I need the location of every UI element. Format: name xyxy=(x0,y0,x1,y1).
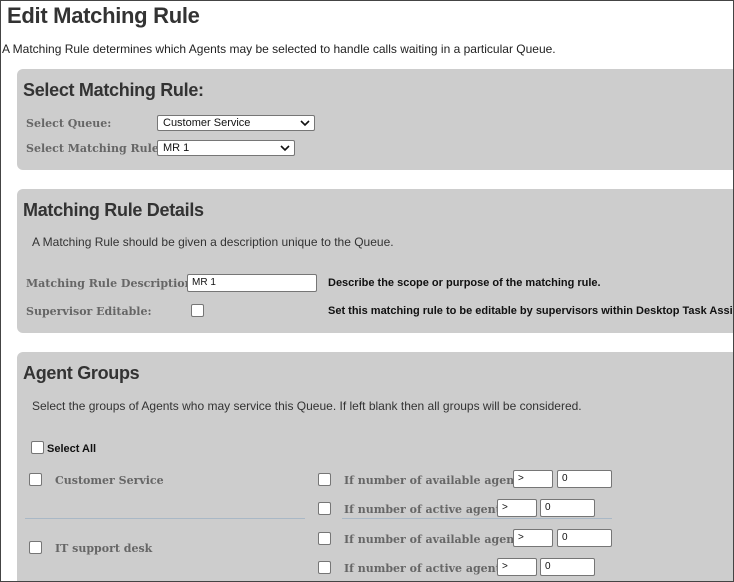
group-label-it-support-desk: IT support desk xyxy=(55,542,153,555)
matching-rule-description-label: Matching Rule Description: xyxy=(26,277,197,290)
active-agents-checkbox-customer-service[interactable] xyxy=(318,502,331,515)
available-agents-checkbox-customer-service[interactable] xyxy=(318,473,331,486)
matching-rule-select[interactable]: MR 1 xyxy=(157,140,295,156)
supervisor-editable-hint: Set this matching rule to be editable by… xyxy=(328,305,734,317)
group-divider xyxy=(342,518,612,519)
available-agents-label: If number of available agents xyxy=(344,474,526,487)
active-agents-count-input[interactable]: 0 xyxy=(540,499,595,517)
available-agents-label: If number of available agents xyxy=(344,533,526,546)
matching-rule-details-panel: Matching Rule Details A Matching Rule sh… xyxy=(17,189,734,333)
active-agents-operator-input[interactable]: > xyxy=(497,558,537,576)
queue-select-value: Customer Service xyxy=(163,117,251,129)
group-label-customer-service: Customer Service xyxy=(55,474,164,487)
matching-rule-details-description: A Matching Rule should be given a descri… xyxy=(32,235,394,249)
available-agents-operator-input[interactable]: > xyxy=(513,529,553,547)
available-agents-checkbox-it-support-desk[interactable] xyxy=(318,532,331,545)
window-frame: Edit Matching Rule A Matching Rule deter… xyxy=(0,0,734,582)
chevron-down-icon xyxy=(300,120,310,127)
available-agents-count-input[interactable]: 0 xyxy=(557,470,612,488)
agent-groups-description: Select the groups of Agents who may serv… xyxy=(32,399,582,413)
page-intro: A Matching Rule determines which Agents … xyxy=(2,42,556,56)
matching-rule-select-value: MR 1 xyxy=(163,142,190,154)
select-queue-label: Select Queue: xyxy=(26,117,112,130)
supervisor-editable-checkbox[interactable] xyxy=(191,304,204,317)
active-agents-count-input[interactable]: 0 xyxy=(540,558,595,576)
available-agents-count-input[interactable]: 0 xyxy=(557,529,612,547)
select-matching-rule-heading: Select Matching Rule: xyxy=(23,80,204,100)
select-all-label: Select All xyxy=(47,443,97,455)
group-divider xyxy=(25,518,305,519)
select-matching-rule-label: Select Matching Rule: xyxy=(26,142,163,155)
active-agents-label: If number of active agents xyxy=(344,562,507,575)
queue-select[interactable]: Customer Service xyxy=(157,115,315,131)
matching-rule-details-heading: Matching Rule Details xyxy=(23,200,204,220)
group-checkbox-customer-service[interactable] xyxy=(29,473,42,486)
select-all-checkbox[interactable] xyxy=(31,441,44,454)
select-matching-rule-panel: Select Matching Rule: Select Queue: Cust… xyxy=(17,69,733,170)
active-agents-operator-input[interactable]: > xyxy=(497,499,537,517)
page-title: Edit Matching Rule xyxy=(7,3,200,28)
available-agents-operator-input[interactable]: > xyxy=(513,470,553,488)
chevron-down-icon xyxy=(280,145,290,152)
matching-rule-description-input[interactable]: MR 1 xyxy=(187,274,317,292)
matching-rule-description-hint: Describe the scope or purpose of the mat… xyxy=(328,277,601,289)
active-agents-label: If number of active agents xyxy=(344,503,507,516)
supervisor-editable-label: Supervisor Editable: xyxy=(26,305,152,318)
group-checkbox-it-support-desk[interactable] xyxy=(29,541,42,554)
agent-groups-heading: Agent Groups xyxy=(23,363,140,383)
active-agents-checkbox-it-support-desk[interactable] xyxy=(318,561,331,574)
agent-groups-panel: Agent Groups Select the groups of Agents… xyxy=(17,352,733,581)
